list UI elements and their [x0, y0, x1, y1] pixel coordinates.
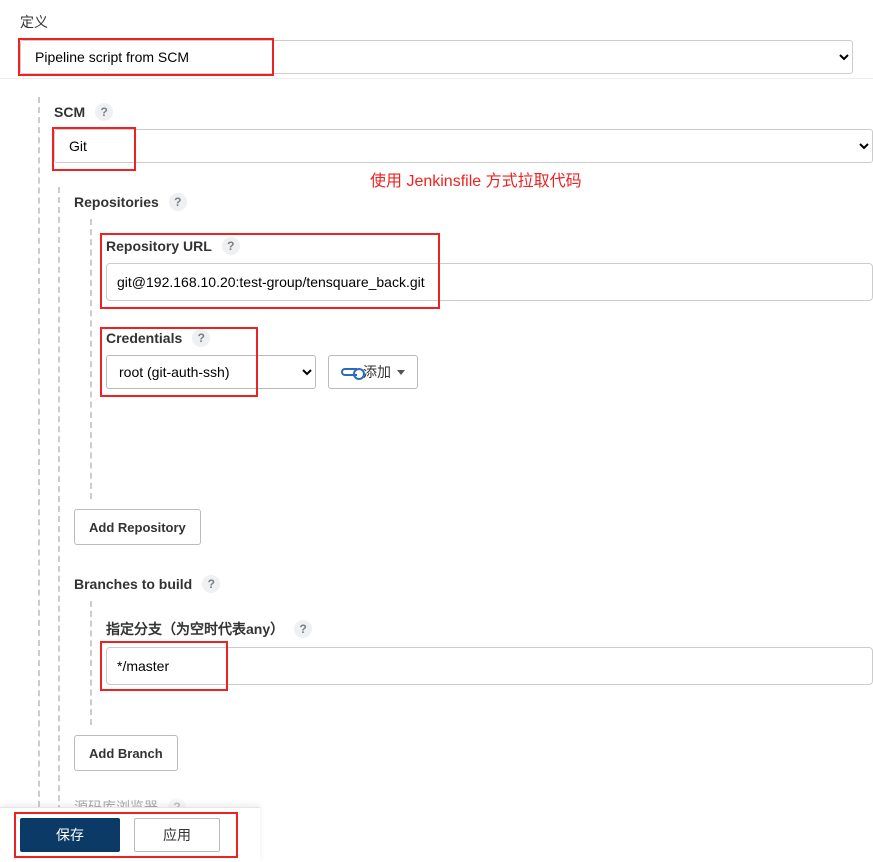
credentials-select[interactable]: root (git-auth-ssh) [106, 355, 316, 389]
branch-spec-label: 指定分支（为空时代表any） [106, 619, 284, 639]
help-icon[interactable]: ? [192, 329, 210, 347]
help-icon[interactable]: ? [95, 103, 113, 121]
chevron-down-icon [397, 370, 405, 375]
repo-url-input[interactable] [106, 263, 873, 301]
scm-label: SCM [54, 104, 85, 120]
help-icon[interactable]: ? [169, 193, 187, 211]
credentials-label: Credentials [106, 330, 182, 346]
help-icon[interactable]: ? [294, 620, 312, 638]
add-repository-button[interactable]: Add Repository [74, 509, 201, 545]
add-branch-button[interactable]: Add Branch [74, 735, 178, 771]
save-button[interactable]: 保存 [20, 818, 120, 852]
add-credential-button[interactable]: 添加 [328, 355, 418, 389]
help-icon[interactable]: ? [222, 237, 240, 255]
definition-label: 定义 [20, 12, 853, 32]
branches-label: Branches to build [74, 576, 192, 592]
help-icon[interactable]: ? [202, 575, 220, 593]
apply-button[interactable]: 应用 [134, 818, 220, 852]
key-icon [341, 368, 357, 376]
definition-section: 定义 Pipeline script from SCM [0, 0, 873, 78]
branch-spec-input[interactable] [106, 647, 873, 685]
repositories-label: Repositories [74, 194, 159, 210]
repo-url-label: Repository URL [106, 238, 212, 254]
footer-bar: 保存 应用 [0, 807, 260, 862]
scm-select[interactable]: Git [54, 129, 873, 163]
definition-select[interactable]: Pipeline script from SCM [20, 40, 853, 74]
